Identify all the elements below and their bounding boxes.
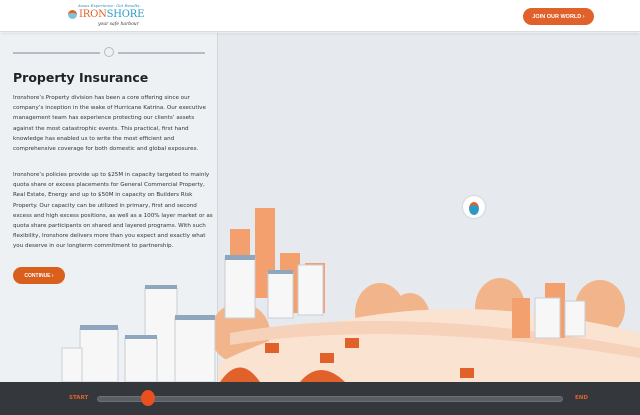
timeline-start-label: START — [69, 395, 89, 401]
paragraph-intro: Ironshore’s Property division has been a… — [13, 95, 206, 153]
ironshore-emblem-icon — [104, 47, 114, 57]
info-panel: Property Insurance Ironshore’s Property … — [0, 33, 218, 382]
divider — [118, 52, 205, 54]
timeline-bar: START END — [0, 382, 640, 415]
city-illustration-background — [218, 33, 640, 382]
join-our-world-button[interactable]: JOIN OUR WORLD › — [523, 8, 594, 25]
paragraph-capacity: Ironshore’s policies provide up to $25M … — [13, 172, 213, 250]
divider — [13, 52, 100, 54]
timeline-slider-track[interactable] — [97, 396, 563, 402]
location-marker[interactable] — [463, 196, 485, 218]
continue-button[interactable]: CONTINUE › — [13, 267, 65, 284]
logo-slogan: your safe harbour — [98, 22, 139, 27]
logo-brand: IRONSHORE — [79, 9, 145, 20]
timeline-slider-thumb[interactable] — [141, 390, 156, 406]
logo-tagline: Asses Experience. Get Results. — [78, 3, 141, 8]
page-title: Property Insurance — [13, 70, 149, 85]
ironshore-logo[interactable]: Asses Experience. Get Results. IRONSHORE… — [68, 3, 148, 31]
logo-mark-icon — [68, 10, 77, 19]
timeline-end-label: END — [575, 395, 588, 401]
header: Asses Experience. Get Results. IRONSHORE… — [0, 0, 640, 32]
